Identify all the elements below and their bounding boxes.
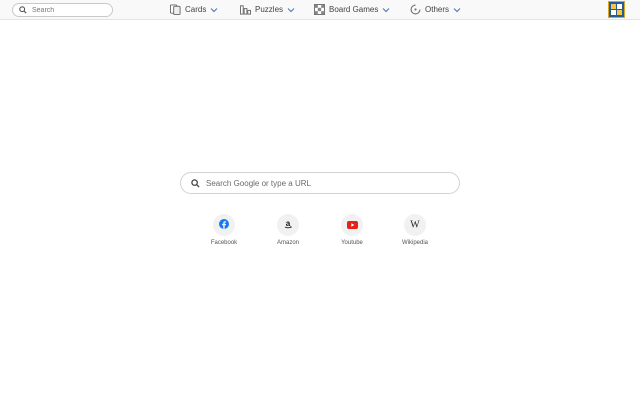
shortcut-tile: W bbox=[404, 214, 426, 236]
search-icon bbox=[19, 6, 27, 14]
shortcut-amazon[interactable]: a Amazon bbox=[266, 214, 310, 246]
main-search-input[interactable] bbox=[200, 178, 446, 188]
chevron-down-icon bbox=[453, 7, 461, 13]
nav-board-games[interactable]: Board Games bbox=[314, 0, 390, 19]
cards-icon bbox=[170, 4, 181, 15]
chevron-down-icon bbox=[382, 7, 390, 13]
shortcut-tile: a bbox=[277, 214, 299, 236]
puzzle-bars-icon bbox=[240, 4, 251, 15]
youtube-icon bbox=[346, 216, 358, 234]
nav-others[interactable]: Others bbox=[410, 0, 461, 19]
amazon-icon: a bbox=[283, 216, 293, 234]
search-icon bbox=[191, 178, 200, 188]
svg-text:a: a bbox=[286, 219, 291, 228]
nav-cards-label: Cards bbox=[185, 5, 207, 14]
wikipedia-icon: W bbox=[409, 216, 421, 234]
chevron-down-icon bbox=[210, 7, 218, 13]
shortcut-amazon-label: Amazon bbox=[276, 240, 299, 246]
shortcut-youtube-label: Youtube bbox=[341, 240, 363, 246]
shortcut-youtube[interactable]: Youtube bbox=[330, 214, 374, 246]
nav-cards[interactable]: Cards bbox=[170, 0, 218, 19]
board-grid-icon bbox=[314, 4, 325, 15]
shortcut-wikipedia[interactable]: W Wikipedia bbox=[393, 214, 437, 246]
nav-puzzles[interactable]: Puzzles bbox=[240, 0, 295, 19]
nav-others-label: Others bbox=[425, 5, 450, 14]
chevron-down-icon bbox=[287, 7, 295, 13]
top-search-input[interactable] bbox=[27, 6, 112, 14]
app-logo-icon[interactable] bbox=[608, 1, 625, 18]
shortcut-tile bbox=[341, 214, 363, 236]
top-bar: Cards Puzzles Board Games Others bbox=[0, 0, 640, 20]
shortcut-facebook-label: Facebook bbox=[210, 240, 238, 246]
main-search-box[interactable] bbox=[180, 172, 460, 194]
spinner-icon bbox=[410, 4, 421, 15]
nav-board-games-label: Board Games bbox=[329, 5, 379, 14]
facebook-icon bbox=[219, 216, 229, 234]
shortcut-wikipedia-label: Wikipedia bbox=[401, 240, 428, 246]
nav-puzzles-label: Puzzles bbox=[255, 5, 284, 14]
svg-text:W: W bbox=[410, 220, 420, 230]
top-search-box[interactable] bbox=[12, 3, 113, 17]
shortcut-tile bbox=[213, 214, 235, 236]
shortcut-facebook[interactable]: Facebook bbox=[202, 214, 246, 246]
